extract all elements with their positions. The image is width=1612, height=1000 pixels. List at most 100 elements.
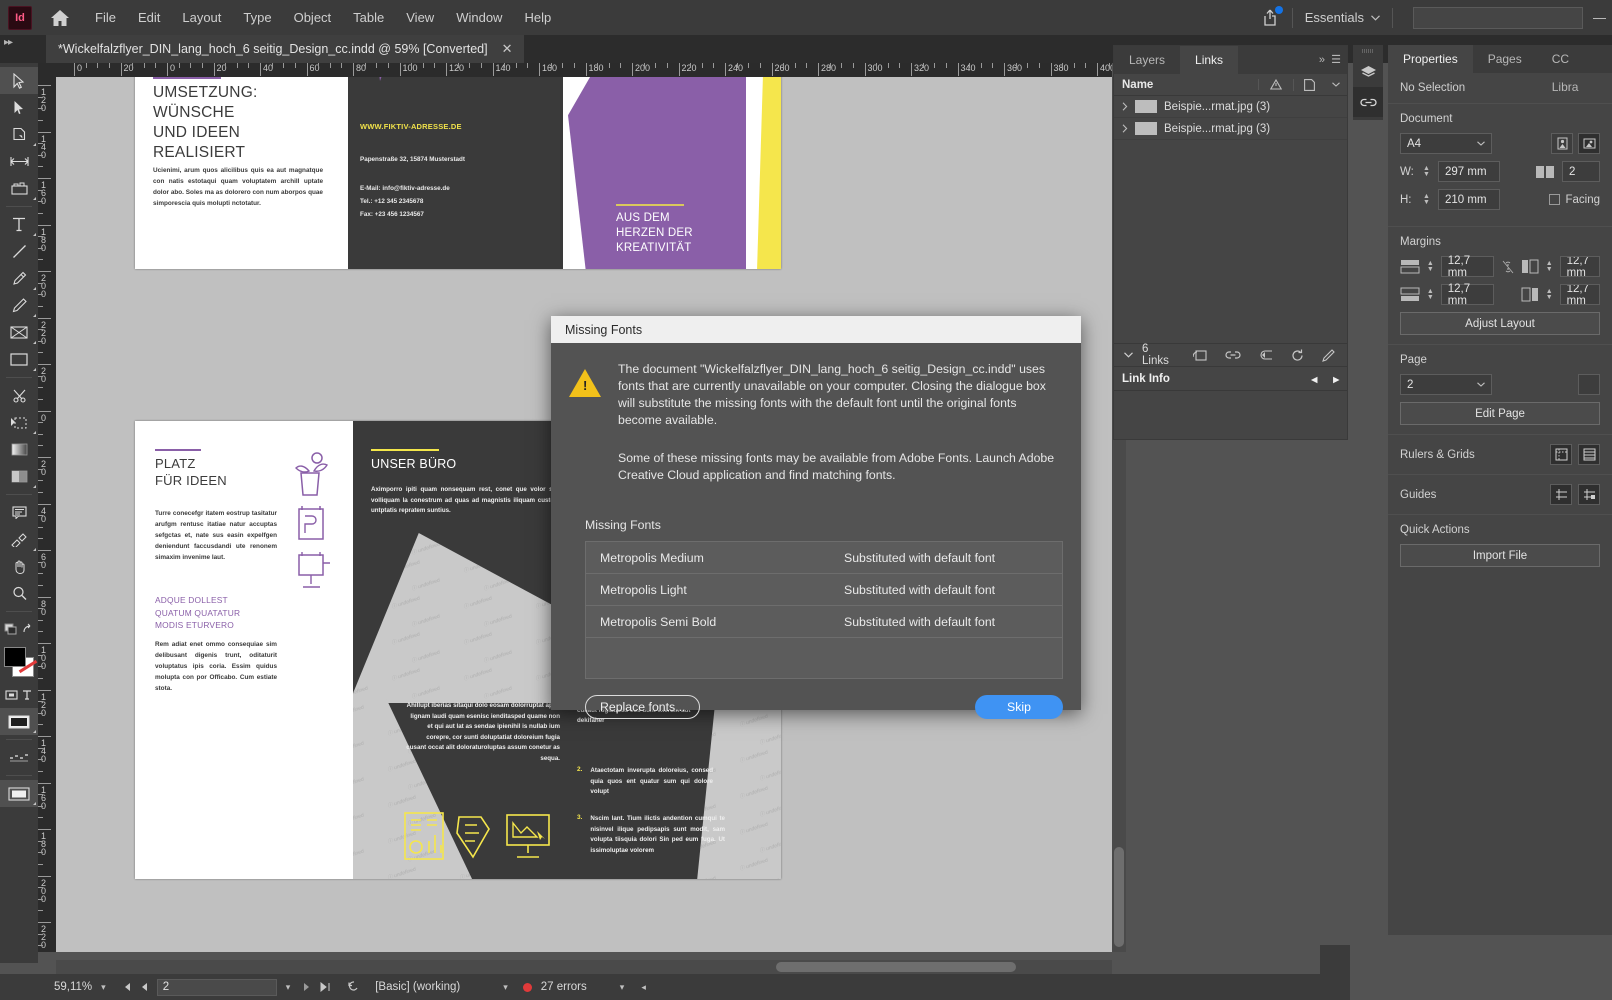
gradient-swatch-tool[interactable] [0, 436, 38, 463]
replace-fonts-button[interactable]: Replace fonts... [585, 695, 701, 719]
free-transform-tool[interactable] [0, 409, 38, 436]
chevron-right-icon[interactable] [1122, 124, 1128, 133]
tab-properties[interactable]: Properties [1388, 45, 1473, 73]
margin-bottom-field[interactable]: 12,7 mm [1440, 283, 1495, 307]
import-file-button[interactable]: Import File [1400, 544, 1600, 567]
ruler-icon[interactable] [1550, 444, 1572, 465]
close-icon[interactable]: ✕ [502, 41, 513, 57]
gradient-feather-tool[interactable] [0, 463, 38, 490]
swap-fill-stroke-icon[interactable] [0, 616, 38, 643]
frame-tool[interactable] [0, 319, 38, 346]
update-link-icon[interactable] [1259, 349, 1273, 361]
vertical-ruler[interactable]: 120 140 160 180 200 220 20 0 20 40 60 80 100 120 140 16… [38, 77, 56, 952]
table-row[interactable]: Metropolis Medium Substituted with defau… [586, 542, 1062, 574]
relink-icon[interactable] [1193, 349, 1207, 362]
home-icon[interactable] [46, 4, 74, 32]
width-stepper[interactable]: ▲ ▼ [1420, 161, 1433, 182]
menu-help[interactable]: Help [513, 0, 562, 35]
edit-original-icon[interactable] [1322, 348, 1335, 362]
pen-tool[interactable] [0, 265, 38, 292]
formatting-affects-container[interactable] [0, 681, 38, 708]
warning-icon[interactable] [1258, 79, 1293, 90]
portrait-icon[interactable] [1551, 133, 1573, 154]
first-page-icon[interactable] [121, 982, 131, 992]
margin-right-field[interactable]: 12,7 mm [1559, 284, 1601, 305]
go-to-link-icon[interactable] [1225, 350, 1241, 360]
menu-type[interactable]: Type [232, 0, 282, 35]
gap-tool[interactable] [0, 148, 38, 175]
height-field[interactable]: 210 mm [1438, 189, 1500, 210]
minimize-button[interactable]: — [1593, 10, 1606, 25]
tab-layers[interactable]: Layers [1114, 46, 1180, 74]
next-page-icon[interactable] [303, 982, 311, 992]
color-theme-tool[interactable] [0, 526, 38, 553]
properties-panel[interactable]: Properties Pages CC Libra No Selection D… [1388, 45, 1612, 935]
chevron-down-icon[interactable] [1325, 82, 1347, 87]
image-placeholder-triangle[interactable]: ⓘ undefinedⓘ undefinedⓘ undefinedⓘ undef… [353, 533, 567, 703]
menu-view[interactable]: View [395, 0, 445, 35]
preview-mode[interactable] [0, 744, 38, 771]
chevron-down-icon[interactable] [1124, 352, 1133, 358]
refresh-icon[interactable] [1291, 349, 1304, 362]
normal-view-mode[interactable] [0, 708, 38, 735]
canvas-horizontal-scrollbar[interactable] [56, 960, 1112, 974]
next-link-icon[interactable]: ▸ [1333, 372, 1339, 386]
selection-tool[interactable] [0, 67, 38, 94]
page-options-icon[interactable] [1578, 374, 1600, 395]
flyer-panel-kreativitaet[interactable]: AUS DEM HERZEN DER KREATIVITÄT [563, 77, 753, 269]
type-tool[interactable] [0, 211, 38, 238]
margin-top-stepper[interactable]: ▲ ▼ [1425, 256, 1436, 277]
rectangle-tool[interactable] [0, 346, 38, 373]
flyer-panel-umsetzung[interactable]: UMSETZUNG: WÜNSCHE UND IDEEN REALISIERT … [135, 77, 348, 269]
ruler-origin[interactable] [38, 63, 56, 77]
menu-window[interactable]: Window [445, 0, 513, 35]
hand-tool[interactable] [0, 553, 38, 580]
preflight-icon[interactable] [347, 981, 360, 993]
page-select[interactable]: 2 [1400, 374, 1492, 395]
list-item[interactable]: Beispie...rmat.jpg (3) [1114, 96, 1347, 118]
width-field[interactable]: 297 mm [1438, 161, 1500, 182]
zoom-level[interactable]: 59,11% [54, 981, 92, 993]
content-collector-tool[interactable] [0, 175, 38, 202]
zoom-tool[interactable] [0, 580, 38, 607]
broken-link-icon[interactable] [1499, 260, 1516, 274]
menu-file[interactable]: File [84, 0, 127, 35]
chevron-right-icon[interactable] [1122, 102, 1128, 111]
missing-fonts-dialog[interactable]: Missing Fonts ! The document "Wickelfalz… [551, 316, 1081, 719]
preflight-profile[interactable]: [Basic] (working) [375, 981, 460, 993]
lock-guides-icon[interactable] [1578, 484, 1600, 505]
tab-cc-libraries[interactable]: CC Libra [1537, 45, 1612, 94]
flyer-panel-platz[interactable]: PLATZ FÜR IDEEN Turre conecefgr itatem e… [135, 421, 353, 879]
prev-link-icon[interactable]: ◂ [1311, 372, 1317, 386]
height-stepper[interactable]: ▲ ▼ [1420, 189, 1433, 210]
preflight-dropdown-icon[interactable]: ▾ [503, 982, 508, 993]
grid-icon[interactable] [1578, 444, 1600, 465]
zoom-dropdown-icon[interactable]: ▾ [101, 982, 106, 993]
links-icon[interactable] [1353, 87, 1383, 117]
panel-menu-icon[interactable]: » ☰ [1319, 53, 1341, 66]
note-tool[interactable] [0, 499, 38, 526]
errors-dropdown-icon[interactable]: ▾ [620, 982, 625, 993]
prev-page-icon[interactable] [140, 982, 148, 992]
facing-pages-checkbox[interactable] [1549, 194, 1561, 205]
landscape-icon[interactable] [1578, 133, 1600, 154]
menu-edit[interactable]: Edit [127, 0, 171, 35]
horizontal-ruler[interactable]: 0 20 0 20 40 60 80 100 120 140 160 180 200 220 240 260 2… [56, 63, 1112, 77]
spread-page-top[interactable]: UMSETZUNG: WÜNSCHE UND IDEEN REALISIERT … [135, 77, 781, 269]
missing-fonts-table[interactable]: Metropolis Medium Substituted with defau… [585, 541, 1063, 679]
document-tab[interactable]: *Wickelfalzflyer_DIN_lang_hoch_6 seitig_… [46, 35, 525, 63]
fill-swatch[interactable] [4, 647, 26, 667]
margin-left-stepper[interactable]: ▲ ▼ [1544, 256, 1555, 277]
page-icon[interactable] [1293, 78, 1325, 91]
margin-bottom-stepper[interactable]: ▲ ▼ [1425, 284, 1436, 305]
table-row[interactable]: Metropolis Semi Bold Substituted with de… [586, 606, 1062, 638]
screen-mode[interactable] [0, 780, 38, 807]
pencil-tool[interactable] [0, 292, 38, 319]
fill-stroke-swatch[interactable] [0, 645, 38, 681]
edit-page-button[interactable]: Edit Page [1400, 402, 1600, 425]
margin-left-field[interactable]: 12,7 mm [1559, 256, 1601, 277]
scissors-tool[interactable] [0, 382, 38, 409]
table-row[interactable]: Metropolis Light Substituted with defaul… [586, 574, 1062, 606]
collapse-panel-icon[interactable]: ▸▸ [4, 37, 13, 48]
show-guides-icon[interactable] [1550, 484, 1572, 505]
